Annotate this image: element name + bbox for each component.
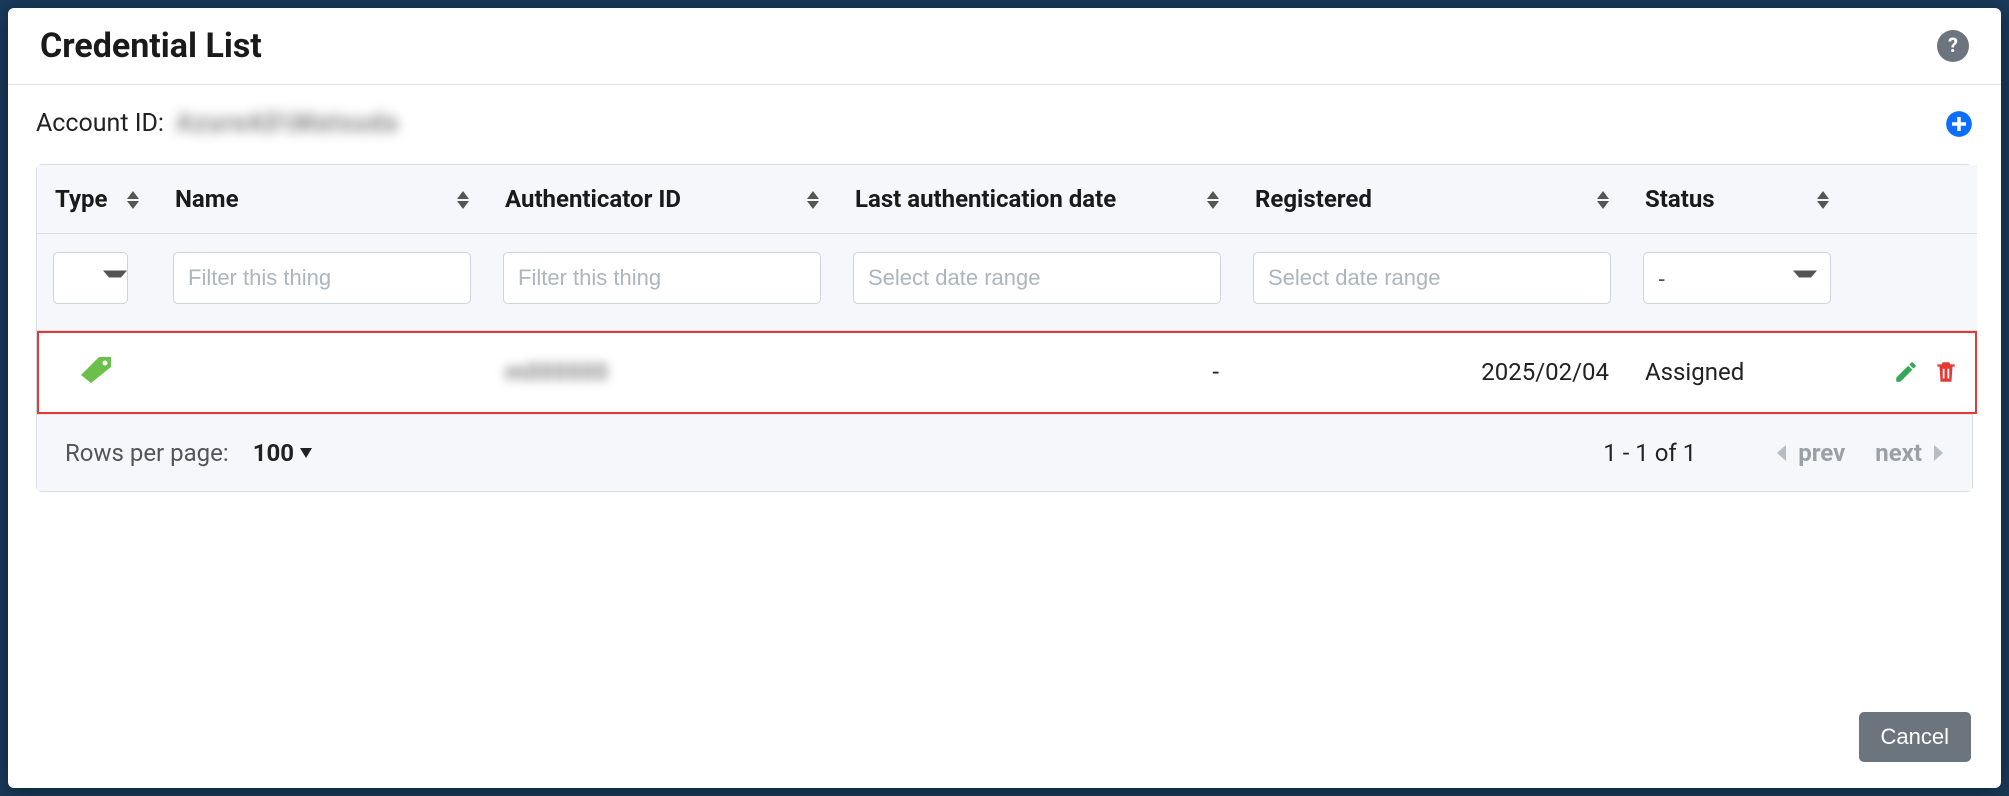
filter-authid-input[interactable] <box>503 252 821 304</box>
caret-down-icon <box>1597 201 1609 209</box>
rows-per-page-select[interactable]: 100 <box>253 439 312 467</box>
chevron-right-icon <box>1932 445 1944 461</box>
credential-list-modal: Credential List ? Account ID: AzureAD\Ma… <box>8 8 2001 788</box>
col-header-status-label: Status <box>1645 185 1715 213</box>
filter-lastauth-input[interactable] <box>853 252 1221 304</box>
cell-last-auth: - <box>837 331 1237 414</box>
cell-registered: 2025/02/04 <box>1237 331 1627 414</box>
pager-range: 1 - 1 of 1 <box>1603 439 1696 467</box>
account-id-label: Account ID: <box>36 109 164 138</box>
pager-prev[interactable]: prev <box>1776 439 1845 467</box>
rows-per-page-label: Rows per page: <box>65 439 229 467</box>
credential-table: Type Name <box>36 164 1973 492</box>
pager-prev-label: prev <box>1798 439 1845 467</box>
modal-footer: Cancel <box>8 694 2001 788</box>
sort-toggle-registered[interactable] <box>1597 191 1609 209</box>
cell-name <box>157 331 487 414</box>
table-header-row: Type Name <box>37 165 1977 234</box>
table-row[interactable]: m000000 - 2025/02/04 Assigned <box>37 331 1977 414</box>
trash-icon <box>1933 359 1959 385</box>
caret-up-icon <box>127 191 139 199</box>
col-header-actions <box>1847 165 1977 234</box>
caret-down-icon <box>300 448 312 458</box>
col-header-authenticator-id[interactable]: Authenticator ID <box>487 165 837 234</box>
caret-up-icon <box>1817 191 1829 199</box>
filter-type-select[interactable] <box>53 252 128 304</box>
col-header-type-label: Type <box>55 185 108 213</box>
caret-up-icon <box>1207 191 1219 199</box>
modal-body: Account ID: AzureAD\Matsuda Type <box>8 85 2001 694</box>
caret-down-icon <box>1207 201 1219 209</box>
col-header-registered-label: Registered <box>1255 185 1372 213</box>
col-header-last-auth[interactable]: Last authentication date <box>837 165 1237 234</box>
chevron-left-icon <box>1776 445 1788 461</box>
delete-button[interactable] <box>1933 359 1959 385</box>
filter-status-select[interactable]: - <box>1643 252 1831 304</box>
col-header-type[interactable]: Type <box>37 165 157 234</box>
col-header-lastauth-label: Last authentication date <box>855 185 1116 213</box>
table-filter-row: - <box>37 234 1977 331</box>
help-icon[interactable]: ? <box>1937 30 1969 62</box>
caret-down-icon <box>1817 201 1829 209</box>
edit-icon <box>1893 359 1919 385</box>
caret-down-icon <box>457 201 469 209</box>
pager-next[interactable]: next <box>1875 439 1944 467</box>
filter-name-input[interactable] <box>173 252 471 304</box>
modal-title: Credential List <box>40 26 262 66</box>
col-header-name[interactable]: Name <box>157 165 487 234</box>
cell-authenticator-id: m000000 <box>487 331 837 414</box>
filter-registered-input[interactable] <box>1253 252 1611 304</box>
cancel-button[interactable]: Cancel <box>1859 712 1971 762</box>
sort-toggle-lastauth[interactable] <box>1207 191 1219 209</box>
account-id-value: AzureAD\Matsuda <box>176 109 398 138</box>
edit-button[interactable] <box>1893 359 1919 385</box>
caret-down-icon <box>807 201 819 209</box>
col-header-name-label: Name <box>175 185 239 213</box>
svg-text:?: ? <box>1948 34 1958 57</box>
sort-toggle-type[interactable] <box>127 191 139 209</box>
sort-toggle-name[interactable] <box>457 191 469 209</box>
modal-header: Credential List ? <box>8 8 2001 85</box>
add-credential-button[interactable] <box>1945 110 1973 138</box>
pager-next-label: next <box>1875 439 1922 467</box>
caret-up-icon <box>457 191 469 199</box>
sort-toggle-status[interactable] <box>1817 191 1829 209</box>
caret-up-icon <box>1597 191 1609 199</box>
account-id-row: Account ID: AzureAD\Matsuda <box>36 109 1973 138</box>
cell-status: Assigned <box>1627 331 1847 414</box>
caret-up-icon <box>807 191 819 199</box>
col-header-registered[interactable]: Registered <box>1237 165 1627 234</box>
col-header-authid-label: Authenticator ID <box>505 185 681 213</box>
col-header-status[interactable]: Status <box>1627 165 1847 234</box>
pager: Rows per page: 100 1 - 1 of 1 prev next <box>37 414 1972 491</box>
sort-toggle-authid[interactable] <box>807 191 819 209</box>
caret-down-icon <box>127 201 139 209</box>
tag-icon <box>77 363 117 391</box>
rows-per-page-value: 100 <box>253 439 294 467</box>
